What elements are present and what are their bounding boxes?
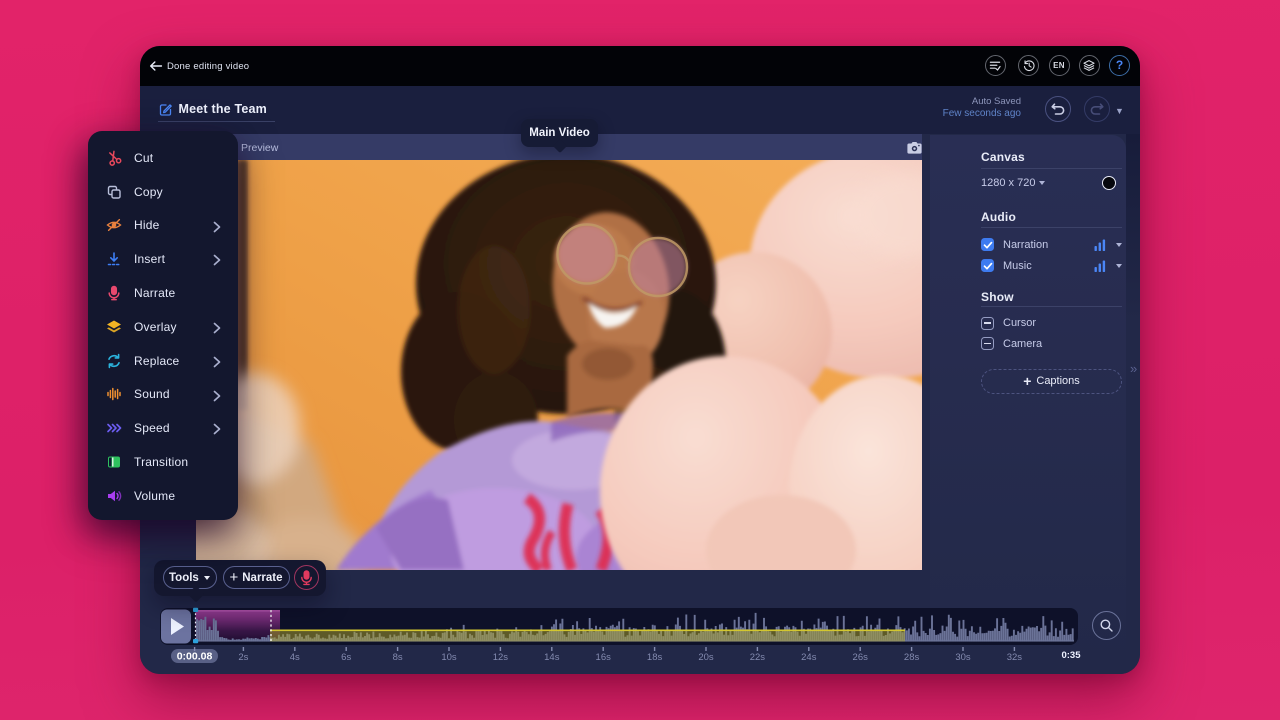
svg-text:6s: 6s: [341, 652, 351, 663]
svg-text:28s: 28s: [904, 652, 920, 663]
svg-text:30s: 30s: [955, 652, 971, 663]
svg-text:12s: 12s: [493, 652, 509, 663]
svg-text:14s: 14s: [544, 652, 560, 663]
svg-text:24s: 24s: [801, 652, 817, 663]
svg-text:0:00.08: 0:00.08: [177, 651, 213, 663]
svg-text:22s: 22s: [750, 652, 766, 663]
svg-text:18s: 18s: [647, 652, 663, 663]
svg-text:10s: 10s: [441, 652, 457, 663]
svg-text:16s: 16s: [596, 652, 612, 663]
svg-text:32s: 32s: [1007, 652, 1023, 663]
svg-text:20s: 20s: [698, 652, 714, 663]
svg-text:26s: 26s: [853, 652, 869, 663]
svg-text:0:35: 0:35: [1061, 650, 1081, 661]
svg-text:8s: 8s: [393, 652, 403, 663]
svg-text:2s: 2s: [238, 652, 248, 663]
svg-text:4s: 4s: [290, 652, 300, 663]
